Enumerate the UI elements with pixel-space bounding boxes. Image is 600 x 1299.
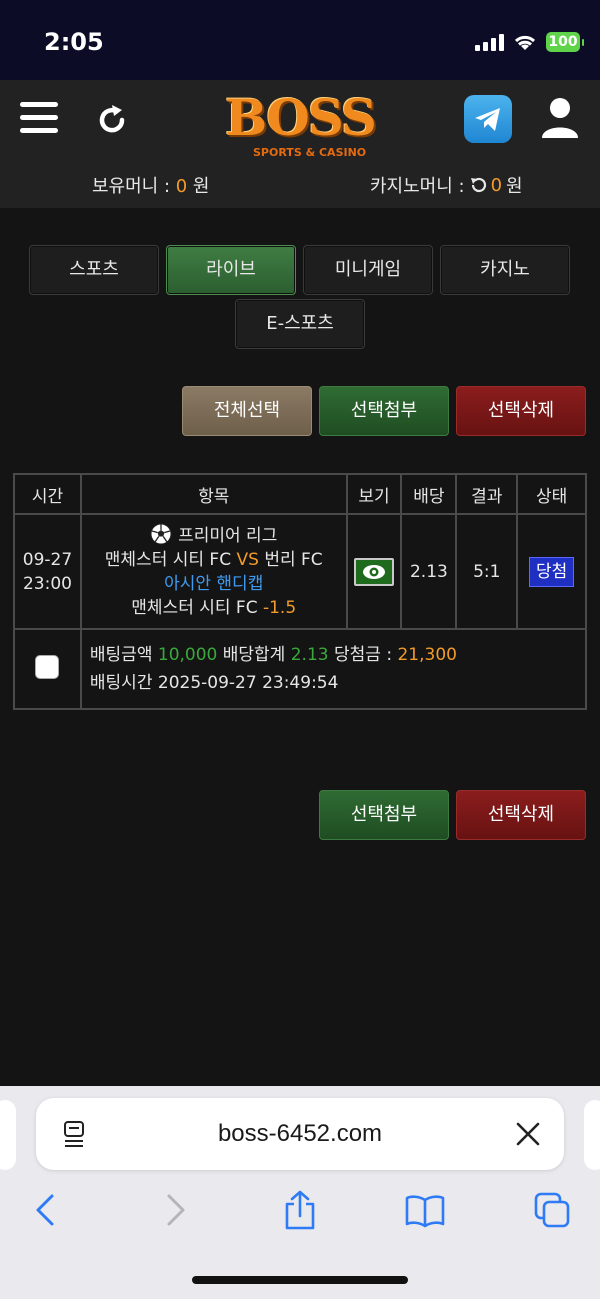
telegram-icon[interactable] bbox=[464, 95, 512, 143]
status-badge: 당첨 bbox=[528, 556, 575, 587]
pick-team: 맨체스터 시티 FC bbox=[131, 598, 258, 618]
status-bar: 2:05 100 bbox=[0, 0, 600, 80]
amount-label: 배팅금액 bbox=[89, 645, 153, 665]
casino-refresh-icon[interactable] bbox=[469, 176, 487, 194]
bet-date: 09-27 bbox=[22, 549, 73, 570]
address-bar[interactable]: boss-6452.com bbox=[36, 1098, 564, 1170]
bet-time-cell: 09-27 23:00 bbox=[13, 513, 82, 630]
header-odds: 배당 bbox=[400, 473, 458, 515]
wifi-icon bbox=[514, 35, 536, 50]
league-name: 프리미어 리그 bbox=[178, 526, 278, 546]
tab-sports[interactable]: 스포츠 bbox=[29, 245, 159, 295]
logo-wordmark: BOSS bbox=[225, 88, 377, 147]
tab-live[interactable]: 라이브 bbox=[166, 245, 296, 295]
tab-casino[interactable]: 카지노 bbox=[440, 245, 570, 295]
select-cell bbox=[13, 628, 82, 710]
refresh-icon[interactable] bbox=[94, 102, 130, 138]
cash-balance-value: 0 bbox=[175, 176, 188, 197]
win-label: 당첨금 : bbox=[334, 645, 393, 665]
tab-esports[interactable]: E-스포츠 bbox=[235, 299, 365, 349]
view-eye-icon[interactable] bbox=[354, 557, 394, 586]
cellular-signal-icon bbox=[475, 33, 504, 51]
league-line: 프리미어 리그 bbox=[82, 523, 346, 548]
url-text: boss-6452.com bbox=[217, 1120, 383, 1147]
match-line: 맨체스터 시티 FC VS 번리 FC bbox=[82, 548, 346, 572]
bet-time-value: 2025-09-27 23:49:54 bbox=[157, 673, 339, 693]
header-item: 항목 bbox=[79, 473, 348, 515]
status-icons: 100 bbox=[475, 32, 584, 52]
odds-total-label: 배당합계 bbox=[222, 645, 286, 665]
site-header: BOSS SPORTS & CASINO 보유머니 : 0 원 카지노머니 : … bbox=[0, 80, 600, 208]
vs-label: VS bbox=[236, 550, 259, 570]
menu-icon[interactable] bbox=[20, 102, 58, 136]
delete-selected-button[interactable]: 선택삭제 bbox=[456, 386, 586, 436]
bet-time-label: 배팅시간 bbox=[89, 673, 153, 693]
header-result: 결과 bbox=[455, 473, 519, 515]
summary-amounts: 배팅금액 10,000 배당합계 2.13 당첨금 : 21,300 bbox=[90, 641, 585, 669]
site-logo[interactable]: BOSS SPORTS & CASINO bbox=[215, 86, 395, 166]
home-team: 맨체스터 시티 FC bbox=[104, 550, 232, 570]
bet-summary-cell: 배팅금액 10,000 배당합계 2.13 당첨금 : 21,300 배팅시간 … bbox=[79, 628, 588, 710]
win-value: 21,300 bbox=[397, 645, 457, 665]
logo-subtitle: SPORTS & CASINO bbox=[253, 146, 367, 159]
pick-handicap: -1.5 bbox=[262, 598, 297, 618]
pick-line: 맨체스터 시티 FC -1.5 bbox=[82, 596, 346, 620]
bet-select-checkbox[interactable] bbox=[35, 654, 60, 679]
table-header-row: 시간 항목 보기 배당 결과 상태 bbox=[13, 473, 587, 515]
soccer-ball-icon bbox=[150, 523, 172, 545]
bet-summary-row: 배팅금액 10,000 배당합계 2.13 당첨금 : 21,300 배팅시간 … bbox=[13, 628, 588, 710]
market-name: 아시안 핸디캡 bbox=[164, 574, 264, 594]
home-indicator[interactable] bbox=[192, 1276, 408, 1284]
casino-balance: 카지노머니 : 0 원 bbox=[370, 172, 523, 198]
bookmarks-icon[interactable] bbox=[405, 1190, 445, 1230]
user-icon[interactable] bbox=[540, 96, 580, 140]
share-icon[interactable] bbox=[280, 1190, 320, 1230]
bet-odds: 2.13 bbox=[400, 513, 458, 630]
forward-icon[interactable] bbox=[155, 1190, 195, 1230]
bet-status-cell: 당첨 bbox=[516, 513, 587, 630]
away-team: 번리 FC bbox=[264, 550, 323, 570]
bet-history-table: 시간 항목 보기 배당 결과 상태 09-27 23:00 프리미어 리그 맨체… bbox=[13, 473, 588, 710]
attach-selected-button-bottom[interactable]: 선택첨부 bbox=[319, 790, 449, 840]
bet-result: 5:1 bbox=[455, 513, 519, 630]
bet-item-cell: 프리미어 리그 맨체스터 시티 FC VS 번리 FC 아시안 핸디캡 맨체스터… bbox=[79, 513, 348, 630]
delete-selected-button-bottom[interactable]: 선택삭제 bbox=[456, 790, 586, 840]
next-tab-preview[interactable] bbox=[584, 1100, 600, 1170]
summary-time: 배팅시간 2025-09-27 23:49:54 bbox=[90, 669, 585, 697]
odds-total-value: 2.13 bbox=[290, 645, 329, 665]
cash-balance: 보유머니 : 0 원 bbox=[92, 172, 210, 198]
amount-value: 10,000 bbox=[157, 645, 218, 665]
casino-balance-unit: 원 bbox=[506, 176, 523, 197]
bet-view-cell bbox=[345, 513, 403, 630]
select-all-button[interactable]: 전체선택 bbox=[182, 386, 312, 436]
header-time: 시간 bbox=[13, 473, 82, 515]
casino-balance-label: 카지노머니 : bbox=[370, 176, 465, 197]
attach-selected-button[interactable]: 선택첨부 bbox=[319, 386, 449, 436]
cash-balance-unit: 원 bbox=[187, 176, 210, 197]
header-status: 상태 bbox=[516, 473, 587, 515]
browser-toolbar: boss-6452.com bbox=[0, 1086, 600, 1299]
header-view: 보기 bbox=[345, 473, 403, 515]
cash-balance-label: 보유머니 : bbox=[92, 176, 176, 197]
status-time: 2:05 bbox=[44, 28, 104, 56]
casino-balance-value: 0 bbox=[490, 174, 503, 196]
previous-tab-preview[interactable] bbox=[0, 1100, 16, 1170]
back-icon[interactable] bbox=[26, 1190, 66, 1230]
tabs-icon[interactable] bbox=[532, 1190, 572, 1230]
table-row: 09-27 23:00 프리미어 리그 맨체스터 시티 FC VS 번리 FC … bbox=[13, 513, 587, 630]
bet-kickoff: 23:00 bbox=[22, 573, 72, 594]
tab-minigame[interactable]: 미니게임 bbox=[303, 245, 433, 295]
close-icon[interactable] bbox=[514, 1120, 542, 1148]
battery-icon: 100 bbox=[546, 32, 584, 52]
